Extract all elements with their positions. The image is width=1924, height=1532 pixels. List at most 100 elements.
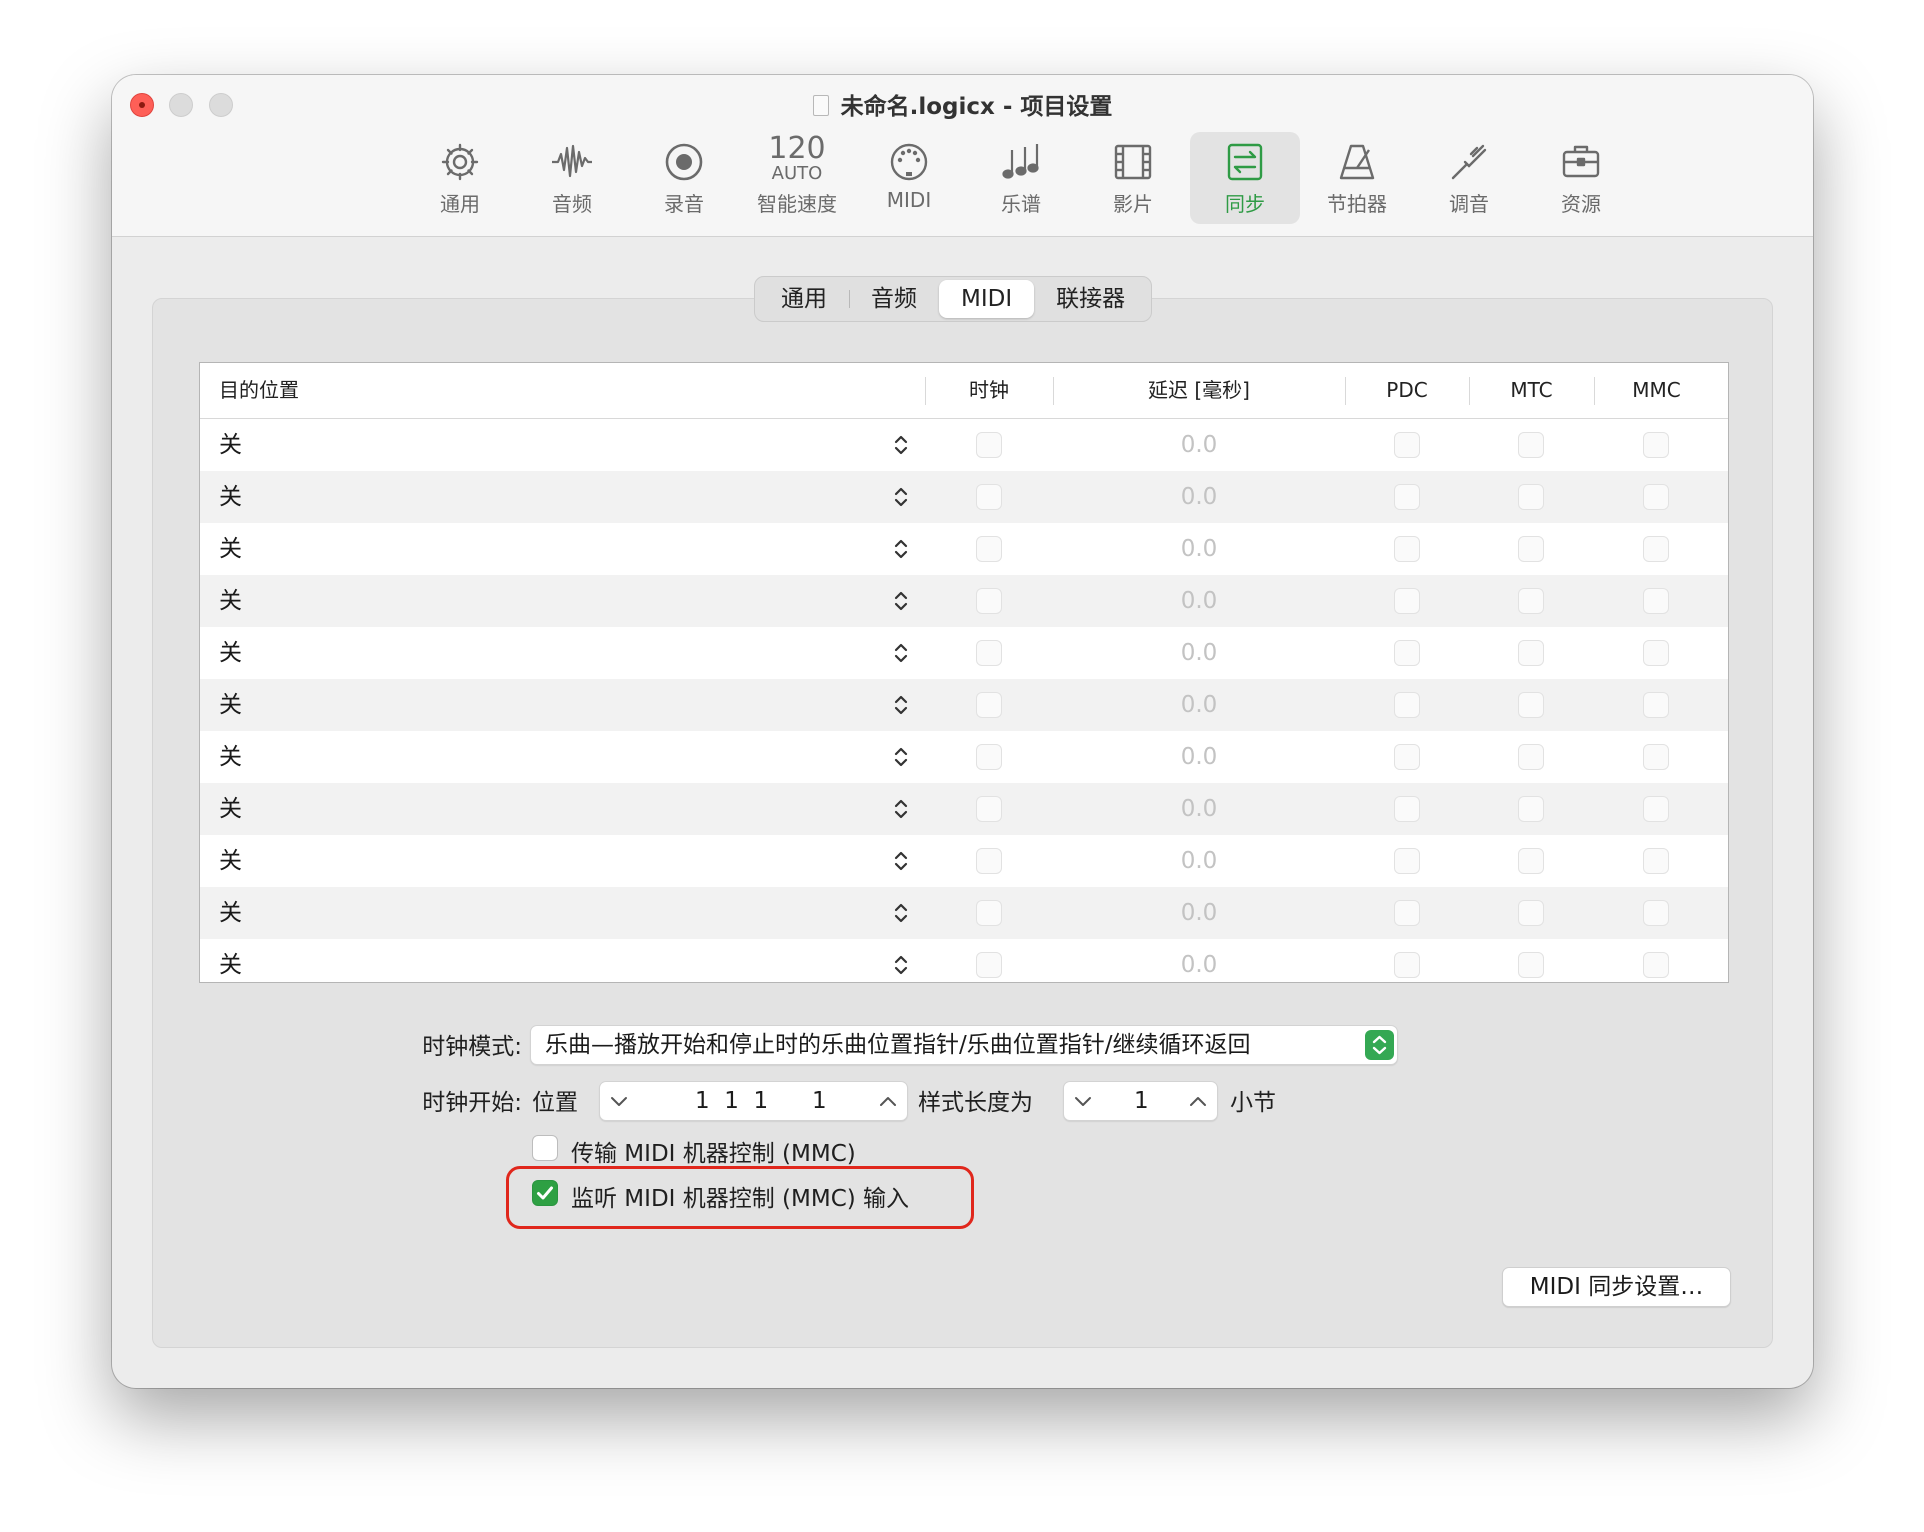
clock-checkbox[interactable] xyxy=(976,640,1002,666)
chevron-down-icon[interactable] xyxy=(1072,1092,1094,1110)
header-delay[interactable]: 延迟 [毫秒] xyxy=(1053,363,1345,418)
clock-checkbox[interactable] xyxy=(976,484,1002,510)
toolbar-score[interactable]: 乐谱 xyxy=(966,132,1076,224)
mtc-checkbox[interactable] xyxy=(1518,588,1544,614)
destination-value[interactable]: 关 xyxy=(219,471,242,523)
toolbar-movie[interactable]: 影片 xyxy=(1078,132,1188,224)
pdc-checkbox[interactable] xyxy=(1394,536,1420,562)
mmc-checkbox[interactable] xyxy=(1643,588,1669,614)
toolbar-midi[interactable]: MIDI xyxy=(854,132,964,224)
pdc-checkbox[interactable] xyxy=(1394,692,1420,718)
toolbar-smart-tempo[interactable]: 120 AUTO 智能速度 xyxy=(742,132,852,224)
mmc-checkbox[interactable] xyxy=(1643,848,1669,874)
mmc-checkbox[interactable] xyxy=(1643,432,1669,458)
clock-checkbox[interactable] xyxy=(976,952,1002,978)
delay-value[interactable]: 0.0 xyxy=(1050,419,1348,471)
pdc-checkbox[interactable] xyxy=(1394,640,1420,666)
popup-chevrons-icon[interactable] xyxy=(890,432,912,458)
popup-chevrons-icon[interactable] xyxy=(890,900,912,926)
delay-value[interactable]: 0.0 xyxy=(1050,835,1348,887)
toolbar-audio[interactable]: 音频 xyxy=(517,132,627,224)
mmc-checkbox[interactable] xyxy=(1643,952,1669,978)
clock-checkbox[interactable] xyxy=(976,900,1002,926)
header-clock[interactable]: 时钟 xyxy=(925,363,1053,418)
toolbar-recording[interactable]: 录音 xyxy=(629,132,739,224)
mtc-checkbox[interactable] xyxy=(1518,484,1544,510)
destination-value[interactable]: 关 xyxy=(219,627,242,679)
chevron-up-icon[interactable] xyxy=(1187,1092,1209,1110)
destination-value[interactable]: 关 xyxy=(219,523,242,575)
toolbar-metronome[interactable]: 节拍器 xyxy=(1302,132,1412,224)
mtc-checkbox[interactable] xyxy=(1518,692,1544,718)
clock-checkbox[interactable] xyxy=(976,588,1002,614)
clock-checkbox[interactable] xyxy=(976,848,1002,874)
popup-chevrons-icon[interactable] xyxy=(890,692,912,718)
destination-value[interactable]: 关 xyxy=(219,731,242,783)
delay-value[interactable]: 0.0 xyxy=(1050,523,1348,575)
subtab-connector[interactable]: 联接器 xyxy=(1034,280,1147,318)
mmc-checkbox[interactable] xyxy=(1643,692,1669,718)
mtc-checkbox[interactable] xyxy=(1518,796,1544,822)
mmc-checkbox[interactable] xyxy=(1643,796,1669,822)
destination-value[interactable]: 关 xyxy=(219,783,242,835)
destination-value[interactable]: 关 xyxy=(219,887,242,939)
popup-chevrons-icon[interactable] xyxy=(890,744,912,770)
pdc-checkbox[interactable] xyxy=(1394,588,1420,614)
clock-mode-popup[interactable]: 乐曲—播放开始和停止时的乐曲位置指针/乐曲位置指针/继续循环返回 xyxy=(530,1025,1398,1065)
clock-start-position-field[interactable]: 1 1 1 1 xyxy=(599,1081,908,1121)
destination-value[interactable]: 关 xyxy=(219,835,242,887)
delay-value[interactable]: 0.0 xyxy=(1050,731,1348,783)
destination-value[interactable]: 关 xyxy=(219,679,242,731)
chevron-down-icon[interactable] xyxy=(608,1092,630,1110)
toolbar-assets[interactable]: 资源 xyxy=(1526,132,1636,224)
mtc-checkbox[interactable] xyxy=(1518,536,1544,562)
popup-chevrons-icon[interactable] xyxy=(890,640,912,666)
popup-chevrons-icon[interactable] xyxy=(890,848,912,874)
pdc-checkbox[interactable] xyxy=(1394,744,1420,770)
delay-value[interactable]: 0.0 xyxy=(1050,939,1348,982)
toolbar-sync[interactable]: 同步 xyxy=(1190,132,1300,224)
popup-chevrons-icon[interactable] xyxy=(890,484,912,510)
destination-value[interactable]: 关 xyxy=(219,575,242,627)
popup-chevrons-icon[interactable] xyxy=(890,952,912,978)
pdc-checkbox[interactable] xyxy=(1394,900,1420,926)
pdc-checkbox[interactable] xyxy=(1394,952,1420,978)
header-pdc[interactable]: PDC xyxy=(1345,363,1469,418)
mtc-checkbox[interactable] xyxy=(1518,744,1544,770)
pdc-checkbox[interactable] xyxy=(1394,848,1420,874)
clock-checkbox[interactable] xyxy=(976,744,1002,770)
transmit-mmc-checkbox[interactable] xyxy=(532,1135,558,1161)
mmc-checkbox[interactable] xyxy=(1643,900,1669,926)
clock-checkbox[interactable] xyxy=(976,432,1002,458)
delay-value[interactable]: 0.0 xyxy=(1050,783,1348,835)
mmc-checkbox[interactable] xyxy=(1643,536,1669,562)
subtab-midi[interactable]: MIDI xyxy=(939,280,1035,318)
header-mmc[interactable]: MMC xyxy=(1594,363,1719,418)
mtc-checkbox[interactable] xyxy=(1518,952,1544,978)
delay-value[interactable]: 0.0 xyxy=(1050,471,1348,523)
midi-sync-settings-button[interactable]: MIDI 同步设置… xyxy=(1502,1267,1731,1307)
subtab-general[interactable]: 通用 xyxy=(759,280,850,318)
delay-value[interactable]: 0.0 xyxy=(1050,575,1348,627)
toolbar-tuning[interactable]: 调音 xyxy=(1414,132,1524,224)
delay-value[interactable]: 0.0 xyxy=(1050,627,1348,679)
mmc-checkbox[interactable] xyxy=(1643,744,1669,770)
clock-checkbox[interactable] xyxy=(976,536,1002,562)
header-mtc[interactable]: MTC xyxy=(1469,363,1594,418)
header-destination[interactable]: 目的位置 xyxy=(219,363,299,418)
mtc-checkbox[interactable] xyxy=(1518,900,1544,926)
mtc-checkbox[interactable] xyxy=(1518,848,1544,874)
mmc-checkbox[interactable] xyxy=(1643,484,1669,510)
clock-checkbox[interactable] xyxy=(976,692,1002,718)
pattern-length-field[interactable]: 1 xyxy=(1063,1081,1218,1121)
destination-value[interactable]: 关 xyxy=(219,939,242,982)
pdc-checkbox[interactable] xyxy=(1394,796,1420,822)
delay-value[interactable]: 0.0 xyxy=(1050,679,1348,731)
pdc-checkbox[interactable] xyxy=(1394,484,1420,510)
destination-value[interactable]: 关 xyxy=(219,419,242,471)
pdc-checkbox[interactable] xyxy=(1394,432,1420,458)
mmc-checkbox[interactable] xyxy=(1643,640,1669,666)
delay-value[interactable]: 0.0 xyxy=(1050,887,1348,939)
popup-chevrons-icon[interactable] xyxy=(890,796,912,822)
popup-chevrons-icon[interactable] xyxy=(890,588,912,614)
